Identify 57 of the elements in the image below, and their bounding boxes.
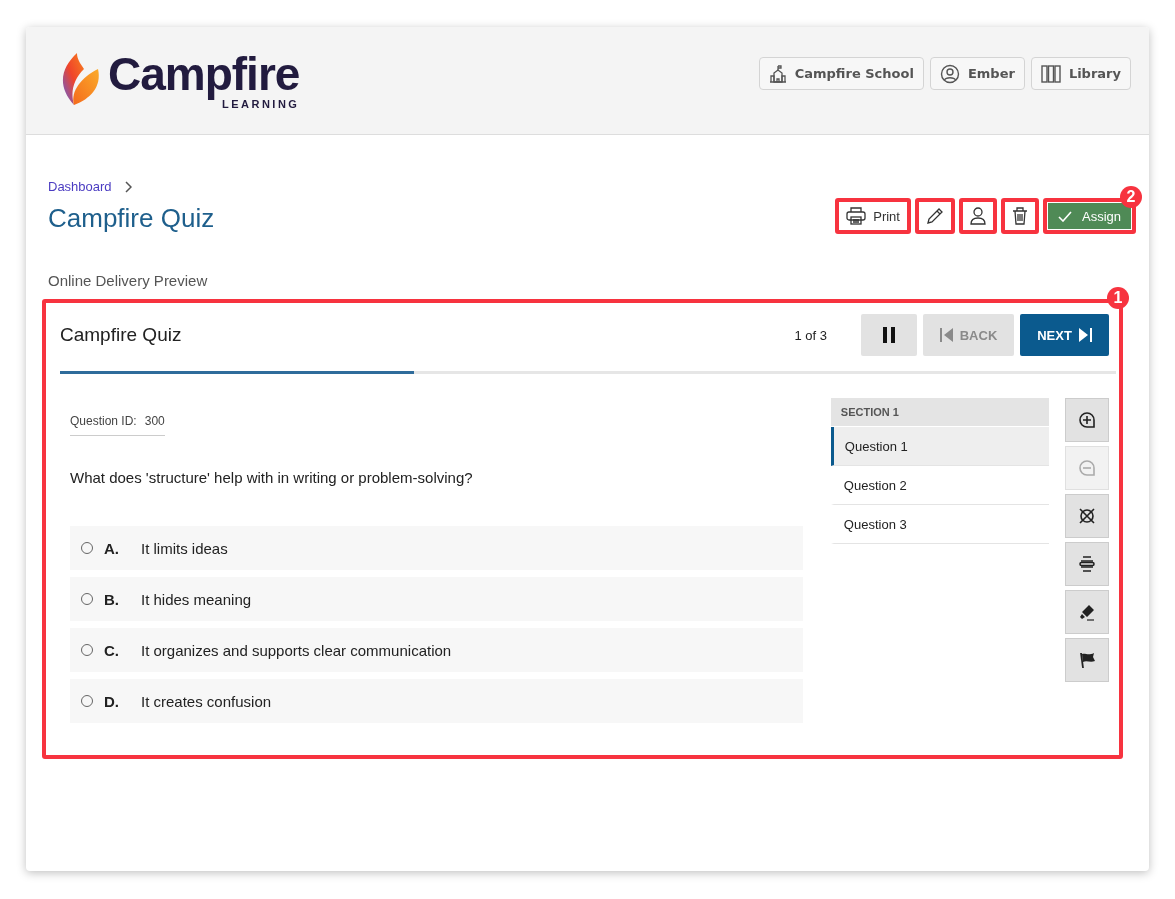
callout-badge: 2 [1120, 186, 1142, 208]
printer-icon [846, 207, 867, 225]
flag-button[interactable] [1065, 638, 1109, 682]
school-icon [768, 64, 787, 83]
skip-back-icon [939, 328, 954, 342]
question-nav-item[interactable]: Question 2 [830, 466, 1049, 505]
pause-icon [882, 327, 896, 343]
question-id-label: Question ID: [70, 414, 137, 428]
question-text: What does 'structure' help with in writing or problem-solving? [70, 469, 474, 486]
question-nav-item[interactable]: Question 3 [830, 505, 1049, 544]
checkmark-icon [1057, 210, 1072, 222]
answer-option[interactable]: C. It organizes and supports clear communication [70, 628, 803, 672]
user-icon [939, 63, 960, 84]
eliminate-button[interactable] [1065, 494, 1109, 538]
callout-badge: 1 [1107, 287, 1129, 309]
section-label: Online Delivery Preview [48, 272, 209, 289]
option-text: It organizes and supports clear communication [141, 641, 452, 659]
library-button[interactable]: Library [1030, 57, 1131, 90]
option-text: It limits ideas [141, 539, 228, 557]
profile-button[interactable]: Ember [929, 57, 1025, 90]
breadcrumb-link[interactable]: Dashboard [48, 179, 112, 194]
trash-icon [1011, 207, 1028, 225]
page-title: Campfire Quiz [48, 202, 215, 234]
person-icon [969, 207, 986, 225]
chevron-right-icon [123, 180, 132, 193]
option-letter: D. [104, 692, 120, 710]
section-header: SECTION 1 [830, 398, 1049, 426]
zoom-out-icon [1078, 459, 1096, 477]
question-nav-item[interactable]: Question 1 [830, 427, 1049, 466]
assign-button[interactable]: Assign [1046, 202, 1132, 230]
school-button[interactable]: Campfire School [758, 57, 924, 90]
answer-option[interactable]: B. It hides meaning [70, 577, 803, 621]
question-counter: 1 of 3 [794, 327, 827, 343]
next-button[interactable]: NEXT [1020, 314, 1109, 356]
option-letter: B. [104, 590, 120, 608]
books-icon [1040, 64, 1061, 83]
logo-wordmark: Campfire [108, 49, 300, 98]
option-letter: C. [104, 641, 120, 659]
skip-forward-icon [1077, 328, 1092, 342]
flag-icon [1078, 651, 1096, 669]
zoom-in-icon [1078, 411, 1096, 429]
pause-button[interactable] [861, 314, 917, 356]
pencil-icon [925, 207, 944, 225]
highlighter-icon [1078, 603, 1096, 621]
zoom-in-button[interactable] [1065, 398, 1109, 442]
answer-option[interactable]: D. It creates confusion [70, 679, 803, 723]
question-id-value: 300 [144, 414, 165, 428]
line-reader-icon [1078, 555, 1096, 573]
quiz-title: Campfire Quiz [60, 324, 183, 346]
crossed-circle-icon [1078, 507, 1096, 525]
option-letter: A. [104, 539, 120, 557]
answer-option[interactable]: A. It limits ideas [70, 526, 803, 570]
logo-tagline: LEARNING [221, 97, 300, 110]
option-text: It creates confusion [141, 692, 272, 710]
line-reader-button[interactable] [1065, 542, 1109, 586]
option-text: It hides meaning [141, 590, 252, 608]
highlighter-button[interactable] [1065, 590, 1109, 634]
